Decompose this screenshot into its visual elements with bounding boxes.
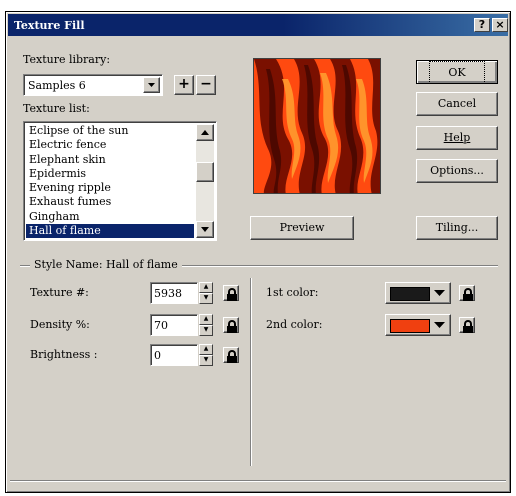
- chevron-down-icon: [434, 290, 445, 296]
- brightness-spinner[interactable]: ▲ ▼: [199, 344, 213, 366]
- color2-swatch: [390, 319, 430, 333]
- chevron-down-icon: [434, 322, 445, 328]
- texture-number-label: Texture #:: [30, 286, 89, 299]
- help-label: Help: [443, 131, 471, 144]
- color1-swatch: [390, 287, 430, 301]
- vertical-divider: [250, 278, 252, 466]
- preview-button[interactable]: Preview: [250, 216, 354, 240]
- texture-fill-dialog: Texture Fill ? × Texture library: Sample…: [5, 11, 511, 493]
- texture-list-item[interactable]: Eclipse of the sun: [26, 124, 194, 138]
- flame-texture-image: [254, 59, 380, 193]
- help-button[interactable]: Help: [416, 126, 498, 150]
- window-title: Texture Fill: [14, 19, 85, 32]
- bottom-separator: [10, 480, 506, 482]
- brightness-value: 0: [154, 349, 161, 362]
- tiling-button[interactable]: Tiling...: [416, 216, 498, 240]
- texture-preview: [253, 58, 381, 194]
- options-button[interactable]: Options...: [416, 159, 498, 183]
- lock-icon[interactable]: [459, 317, 475, 333]
- scroll-up-button[interactable]: [196, 124, 214, 141]
- arrow-down-icon: [201, 227, 209, 232]
- brightness-input[interactable]: 0: [150, 344, 198, 366]
- texture-number-input[interactable]: 5938: [150, 282, 198, 304]
- lock-icon[interactable]: [459, 285, 475, 301]
- density-spinner[interactable]: ▲ ▼: [199, 314, 213, 336]
- scrollbar[interactable]: [196, 124, 214, 238]
- texture-list-item[interactable]: Epidermis: [26, 167, 194, 181]
- scroll-down-button[interactable]: [196, 221, 214, 238]
- density-value: 70: [154, 319, 168, 332]
- lock-icon[interactable]: [223, 347, 239, 363]
- options-label: Options...: [430, 164, 484, 177]
- color1-picker[interactable]: [385, 282, 451, 304]
- brightness-label: Brightness :: [30, 348, 98, 361]
- color1-label: 1st color:: [266, 286, 319, 299]
- texture-list-item[interactable]: Evening ripple: [26, 181, 194, 195]
- color2-picker[interactable]: [385, 314, 451, 336]
- texture-list-item[interactable]: Gingham: [26, 210, 194, 224]
- add-library-button[interactable]: +: [174, 75, 194, 95]
- close-button[interactable]: ×: [492, 18, 508, 32]
- density-input[interactable]: 70: [150, 314, 198, 336]
- color2-label: 2nd color:: [266, 318, 323, 331]
- texture-list-label: Texture list:: [23, 102, 90, 115]
- texture-number-value: 5938: [154, 287, 182, 300]
- scroll-thumb[interactable]: [196, 162, 214, 182]
- texture-list-item[interactable]: Exhaust fumes: [26, 195, 194, 209]
- texture-library-select[interactable]: Samples 6: [23, 74, 163, 96]
- cancel-button[interactable]: Cancel: [416, 92, 498, 116]
- arrow-up-icon: [201, 130, 209, 135]
- chevron-down-icon: [148, 83, 155, 87]
- remove-library-button[interactable]: −: [196, 75, 216, 95]
- texture-list-item[interactable]: Elephant skin: [26, 153, 194, 167]
- help-title-button[interactable]: ?: [474, 18, 490, 32]
- texture-library-value: Samples 6: [28, 79, 86, 92]
- ok-button[interactable]: OK: [416, 60, 498, 84]
- title-bar: Texture Fill ? ×: [8, 14, 508, 36]
- texture-listbox[interactable]: Eclipse of the sun Electric fence Elephant…: [23, 121, 217, 241]
- texture-number-spinner[interactable]: ▲ ▼: [199, 282, 213, 304]
- texture-items: Eclipse of the sun Electric fence Elephant…: [26, 124, 194, 239]
- dropdown-button[interactable]: [143, 77, 160, 93]
- lock-icon[interactable]: [223, 317, 239, 333]
- density-label: Density %:: [30, 318, 90, 331]
- texture-library-label: Texture library:: [23, 53, 111, 66]
- style-name-label: Style Name: Hall of flame: [30, 258, 182, 271]
- texture-list-item[interactable]: Electric fence: [26, 138, 194, 152]
- texture-list-item[interactable]: Hall of flame: [26, 224, 194, 239]
- ok-label: OK: [429, 61, 485, 84]
- lock-icon[interactable]: [223, 285, 239, 301]
